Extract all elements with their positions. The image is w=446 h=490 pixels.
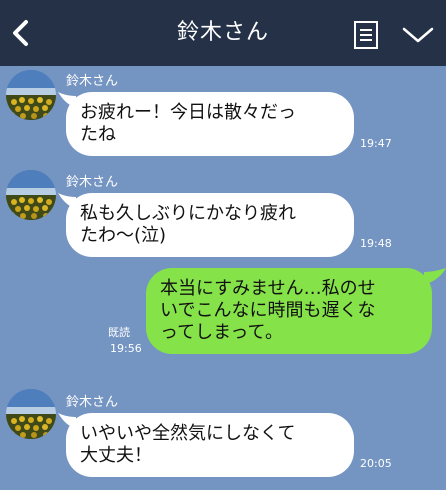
avatar[interactable]: [6, 170, 56, 220]
message-time: 19:47: [360, 137, 392, 150]
sender-name: 鈴木さん: [66, 175, 119, 190]
notes-icon[interactable]: [352, 20, 380, 50]
bubble-tail: [424, 268, 446, 285]
avatar[interactable]: [6, 389, 56, 439]
message-bubble-outgoing[interactable]: 本当にすみません…私のせ いでこんなに時間も遅くな ってしまって。: [146, 268, 432, 354]
sender-name: 鈴木さん: [66, 395, 119, 410]
read-status: 既読: [108, 326, 130, 339]
chevron-down-icon[interactable]: [401, 24, 435, 46]
message-time: 19:56: [110, 342, 142, 355]
sender-name: 鈴木さん: [66, 74, 119, 89]
message-bubble-incoming[interactable]: 私も久しぶりにかなり疲れ たわ〜(泣): [66, 193, 354, 257]
message-bubble-incoming[interactable]: お疲れー！今日は散々だっ たね: [66, 92, 354, 156]
message-time: 20:05: [360, 457, 392, 470]
message-bubble-incoming[interactable]: いやいや全然気にしなくて 大丈夫！: [66, 413, 354, 477]
avatar[interactable]: [6, 70, 56, 120]
message-time: 19:48: [360, 237, 392, 250]
chat-header: 鈴木さん: [0, 0, 446, 66]
